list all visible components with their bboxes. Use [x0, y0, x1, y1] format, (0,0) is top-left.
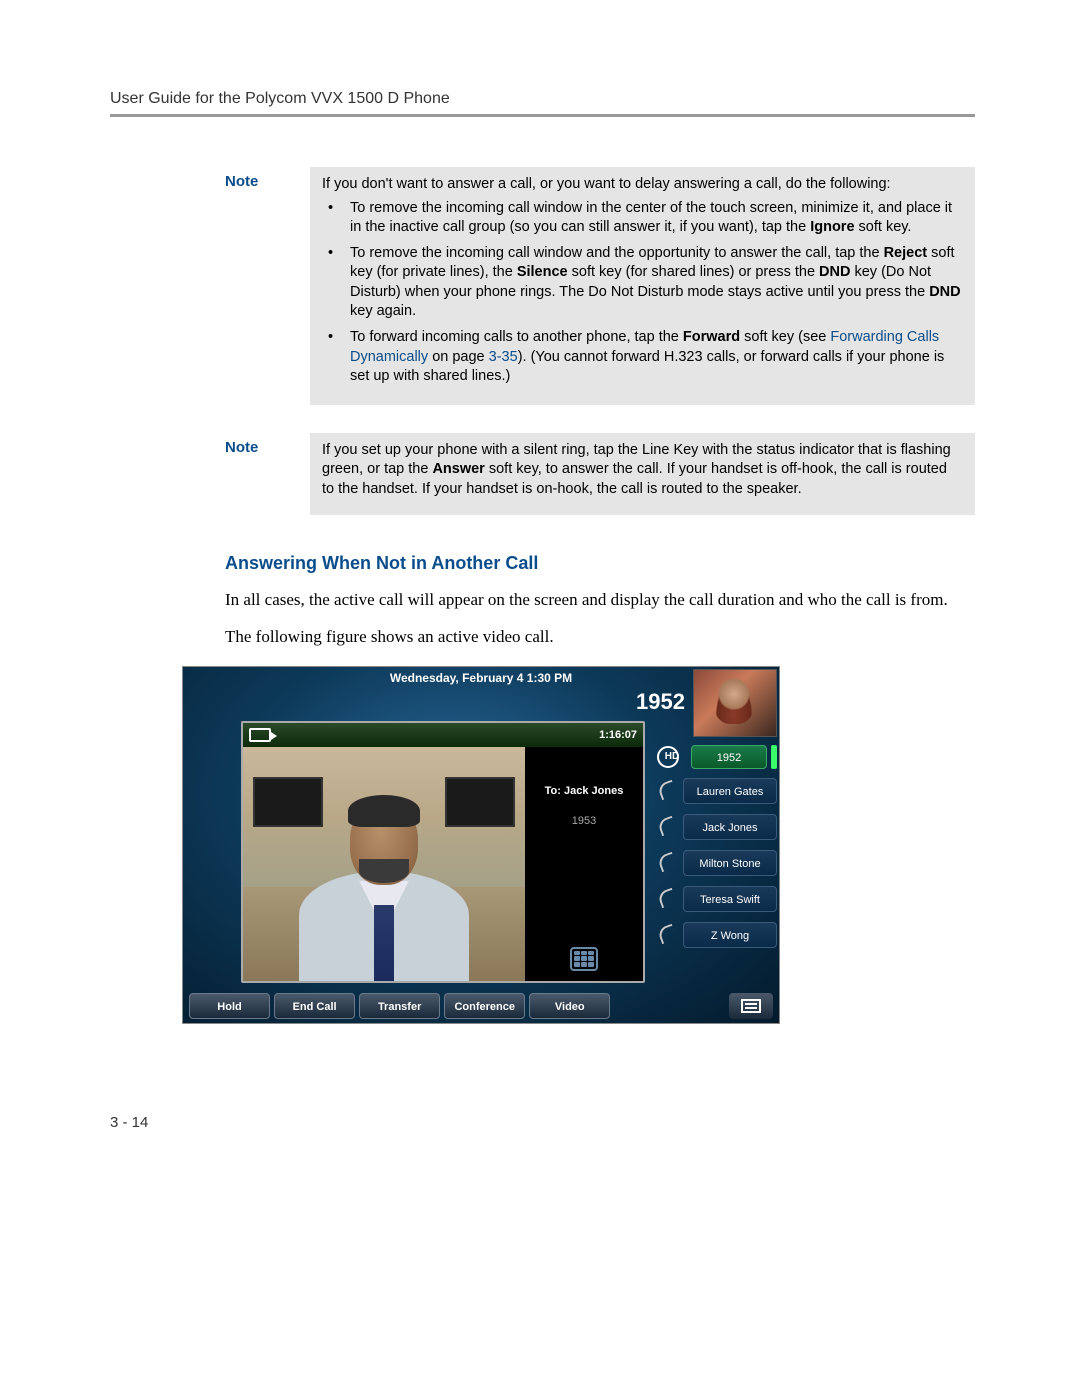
softkey-hold[interactable]: Hold — [189, 993, 270, 1019]
caller-video — [243, 747, 525, 981]
contact-button[interactable]: Milton Stone — [683, 850, 777, 876]
softkey-video[interactable]: Video — [529, 993, 610, 1019]
contact-button[interactable]: Teresa Swift — [683, 886, 777, 912]
section-heading: Answering When Not in Another Call — [225, 553, 975, 574]
page-header: User Guide for the Polycom VVX 1500 D Ph… — [110, 90, 975, 117]
softkey-conference[interactable]: Conference — [444, 993, 525, 1019]
softkey-transfer[interactable]: Transfer — [359, 993, 440, 1019]
handset-icon — [657, 888, 679, 910]
handset-icon — [657, 852, 679, 874]
softkey-end-call[interactable]: End Call — [274, 993, 355, 1019]
contact-row[interactable]: Teresa Swift — [657, 884, 777, 914]
extension-display: 1952 — [636, 689, 685, 715]
call-to-label: To: Jack Jones — [525, 785, 643, 797]
body-paragraph-2: The following figure shows an active vid… — [225, 625, 975, 650]
status-datetime: Wednesday, February 4 1:30 PM — [183, 671, 779, 685]
note-block-1: Note If you don't want to answer a call,… — [225, 167, 975, 405]
softkey-bar: Hold End Call Transfer Conference Video — [189, 993, 773, 1019]
active-line-button[interactable]: 1952 — [691, 745, 767, 769]
note-content-2: If you set up your phone with a silent r… — [310, 433, 975, 516]
line-sidebar: HD 1952 Lauren Gates Jack Jones Milton S… — [657, 743, 777, 956]
note-label: Note — [225, 433, 310, 516]
note1-bullet-1: To remove the incoming call window in th… — [342, 199, 963, 238]
page-number: 3 - 14 — [110, 1114, 975, 1131]
note1-bullet-3: To forward incoming calls to another pho… — [342, 328, 963, 387]
handset-icon — [657, 924, 679, 946]
handset-icon — [657, 780, 679, 802]
self-video-thumbnail — [693, 669, 777, 737]
hd-icon: HD — [657, 746, 687, 768]
contact-button[interactable]: Lauren Gates — [683, 778, 777, 804]
contact-row[interactable]: Jack Jones — [657, 812, 777, 842]
call-info-panel: To: Jack Jones 1953 — [525, 747, 643, 981]
contact-row[interactable]: Lauren Gates — [657, 776, 777, 806]
contact-button[interactable]: Z Wong — [683, 922, 777, 948]
note-label: Note — [225, 167, 310, 405]
contact-row[interactable]: Milton Stone — [657, 848, 777, 878]
line-status-indicator — [771, 745, 777, 769]
video-call-frame: 1:16:07 To: Jack — [241, 721, 645, 983]
camera-icon — [249, 728, 271, 742]
note-content-1: If you don't want to answer a call, or y… — [310, 167, 975, 405]
phone-screenshot: Wednesday, February 4 1:30 PM 1952 1:16:… — [182, 666, 780, 1024]
contact-button[interactable]: Jack Jones — [683, 814, 777, 840]
link-page-ref[interactable]: 3-35 — [489, 349, 518, 365]
handset-icon — [657, 816, 679, 838]
menu-icon[interactable] — [729, 993, 773, 1019]
call-to-ext: 1953 — [525, 815, 643, 827]
note1-bullet-2: To remove the incoming call window and t… — [342, 244, 963, 322]
contact-row[interactable]: Z Wong — [657, 920, 777, 950]
note1-intro: If you don't want to answer a call, or y… — [322, 175, 963, 195]
note-block-2: Note If you set up your phone with a sil… — [225, 433, 975, 516]
call-duration: 1:16:07 — [599, 729, 637, 741]
keypad-icon[interactable] — [570, 947, 598, 971]
body-paragraph-1: In all cases, the active call will appea… — [225, 588, 975, 613]
